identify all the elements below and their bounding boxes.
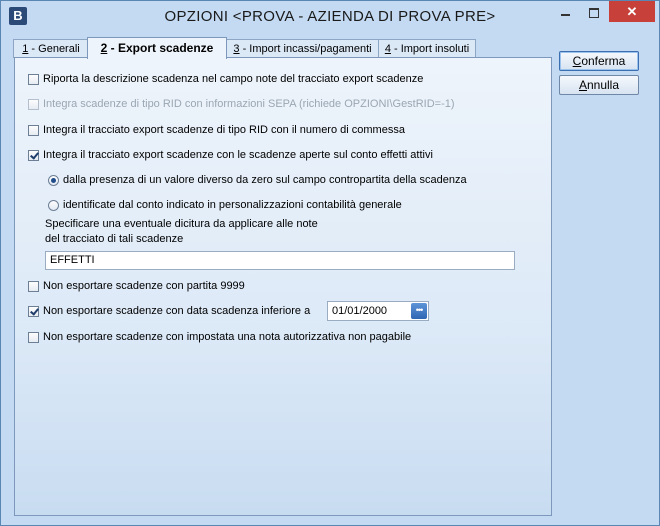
integra-scadenze-aperte-checkbox[interactable] (28, 149, 39, 161)
ellipsis-icon: ••• (415, 305, 424, 315)
non-esportare-nota-option[interactable]: Non esportare scadenze con impostata una… (28, 329, 411, 345)
tab-export-scadenze[interactable]: 2 - Export scadenze (87, 37, 227, 59)
data-scadenza-input[interactable]: 01/01/2000 ••• (327, 301, 429, 321)
tab-import-insoluti[interactable]: 4 - Import insoluti (378, 39, 476, 58)
integra-scadenze-aperte-option[interactable]: Integra il tracciato export scadenze con… (28, 147, 433, 163)
close-button[interactable]: ✕ (609, 1, 655, 22)
annulla-hotkey: A (578, 78, 587, 92)
close-icon: ✕ (626, 4, 638, 19)
non-esportare-nota-checkbox[interactable] (28, 331, 39, 343)
dicitura-input[interactable]: EFFETTI (45, 251, 515, 270)
radio-conto-indicato-option[interactable]: identificate dal conto indicato in perso… (48, 197, 402, 213)
tab-import-incassi-pagamenti[interactable]: 3 - Import incassi/pagamenti (225, 39, 380, 58)
tab-label: - Export scadenze (107, 41, 214, 55)
radio-conto-indicato-label: identificate dal conto indicato in perso… (63, 199, 402, 211)
maximize-button[interactable] (581, 3, 607, 21)
tab-generali[interactable]: 1 - Generali (13, 39, 89, 58)
non-esportare-nota-label: Non esportare scadenze con impostata una… (43, 331, 412, 343)
non-esportare-data-label: Non esportare scadenze con data scadenza… (43, 305, 311, 317)
radio-valore-diverso-option[interactable]: dalla presenza di un valore diverso da z… (48, 172, 467, 188)
non-esportare-data-option[interactable]: Non esportare scadenze con data scadenza… (28, 303, 310, 319)
conferma-label: onferma (581, 54, 626, 68)
non-esportare-9999-label: Non esportare scadenze con partita 9999 (43, 280, 245, 292)
integra-rid-commessa-option[interactable]: Integra il tracciato export scadenze di … (28, 122, 405, 138)
integra-rid-sepa-option: Integra scadenze di tipo RID con informa… (28, 96, 455, 112)
dicitura-line-2: del tracciato di tali scadenze (45, 233, 184, 245)
tab-label: - Import insoluti (390, 43, 470, 55)
riporta-descrizione-checkbox[interactable] (28, 73, 39, 85)
calendar-button[interactable]: ••• (411, 303, 427, 319)
dicitura-instructions: Specificare una eventuale dicitura da ap… (45, 217, 365, 247)
riporta-descrizione-option[interactable]: Riporta la descrizione scadenza nel camp… (28, 71, 423, 87)
integra-rid-sepa-checkbox (28, 98, 39, 110)
non-esportare-data-checkbox[interactable] (28, 305, 39, 317)
radio-conto-indicato[interactable] (48, 199, 59, 211)
dicitura-line-1: Specificare una eventuale dicitura da ap… (45, 218, 318, 230)
non-esportare-9999-checkbox[interactable] (28, 280, 39, 292)
integra-scadenze-aperte-label: Integra il tracciato export scadenze con… (43, 149, 433, 161)
conferma-button[interactable]: Conferma (559, 51, 639, 71)
maximize-icon (589, 8, 599, 18)
conferma-hotkey: C (572, 54, 582, 68)
radio-valore-diverso[interactable] (48, 174, 59, 186)
integra-rid-commessa-label: Integra il tracciato export scadenze di … (43, 124, 405, 136)
annulla-label: nnulla (586, 78, 620, 92)
minimize-button[interactable] (553, 3, 579, 21)
integra-rid-sepa-label: Integra scadenze di tipo RID con informa… (43, 98, 455, 110)
non-esportare-9999-option[interactable]: Non esportare scadenze con partita 9999 (28, 278, 245, 294)
minimize-icon (561, 14, 570, 16)
title-bar[interactable]: B OPZIONI <PROVA - AZIENDA DI PROVA PRE>… (1, 1, 659, 31)
radio-valore-diverso-label: dalla presenza di un valore diverso da z… (63, 174, 467, 186)
riporta-descrizione-label: Riporta la descrizione scadenza nel camp… (43, 73, 424, 85)
tab-label: - Import incassi/pagamenti (239, 43, 372, 55)
data-scadenza-value: 01/01/2000 (332, 305, 388, 317)
annulla-button[interactable]: Annulla (559, 75, 639, 95)
options-window: B OPZIONI <PROVA - AZIENDA DI PROVA PRE>… (0, 0, 660, 526)
integra-rid-commessa-checkbox[interactable] (28, 124, 39, 136)
tab-label: - Generali (28, 43, 80, 55)
